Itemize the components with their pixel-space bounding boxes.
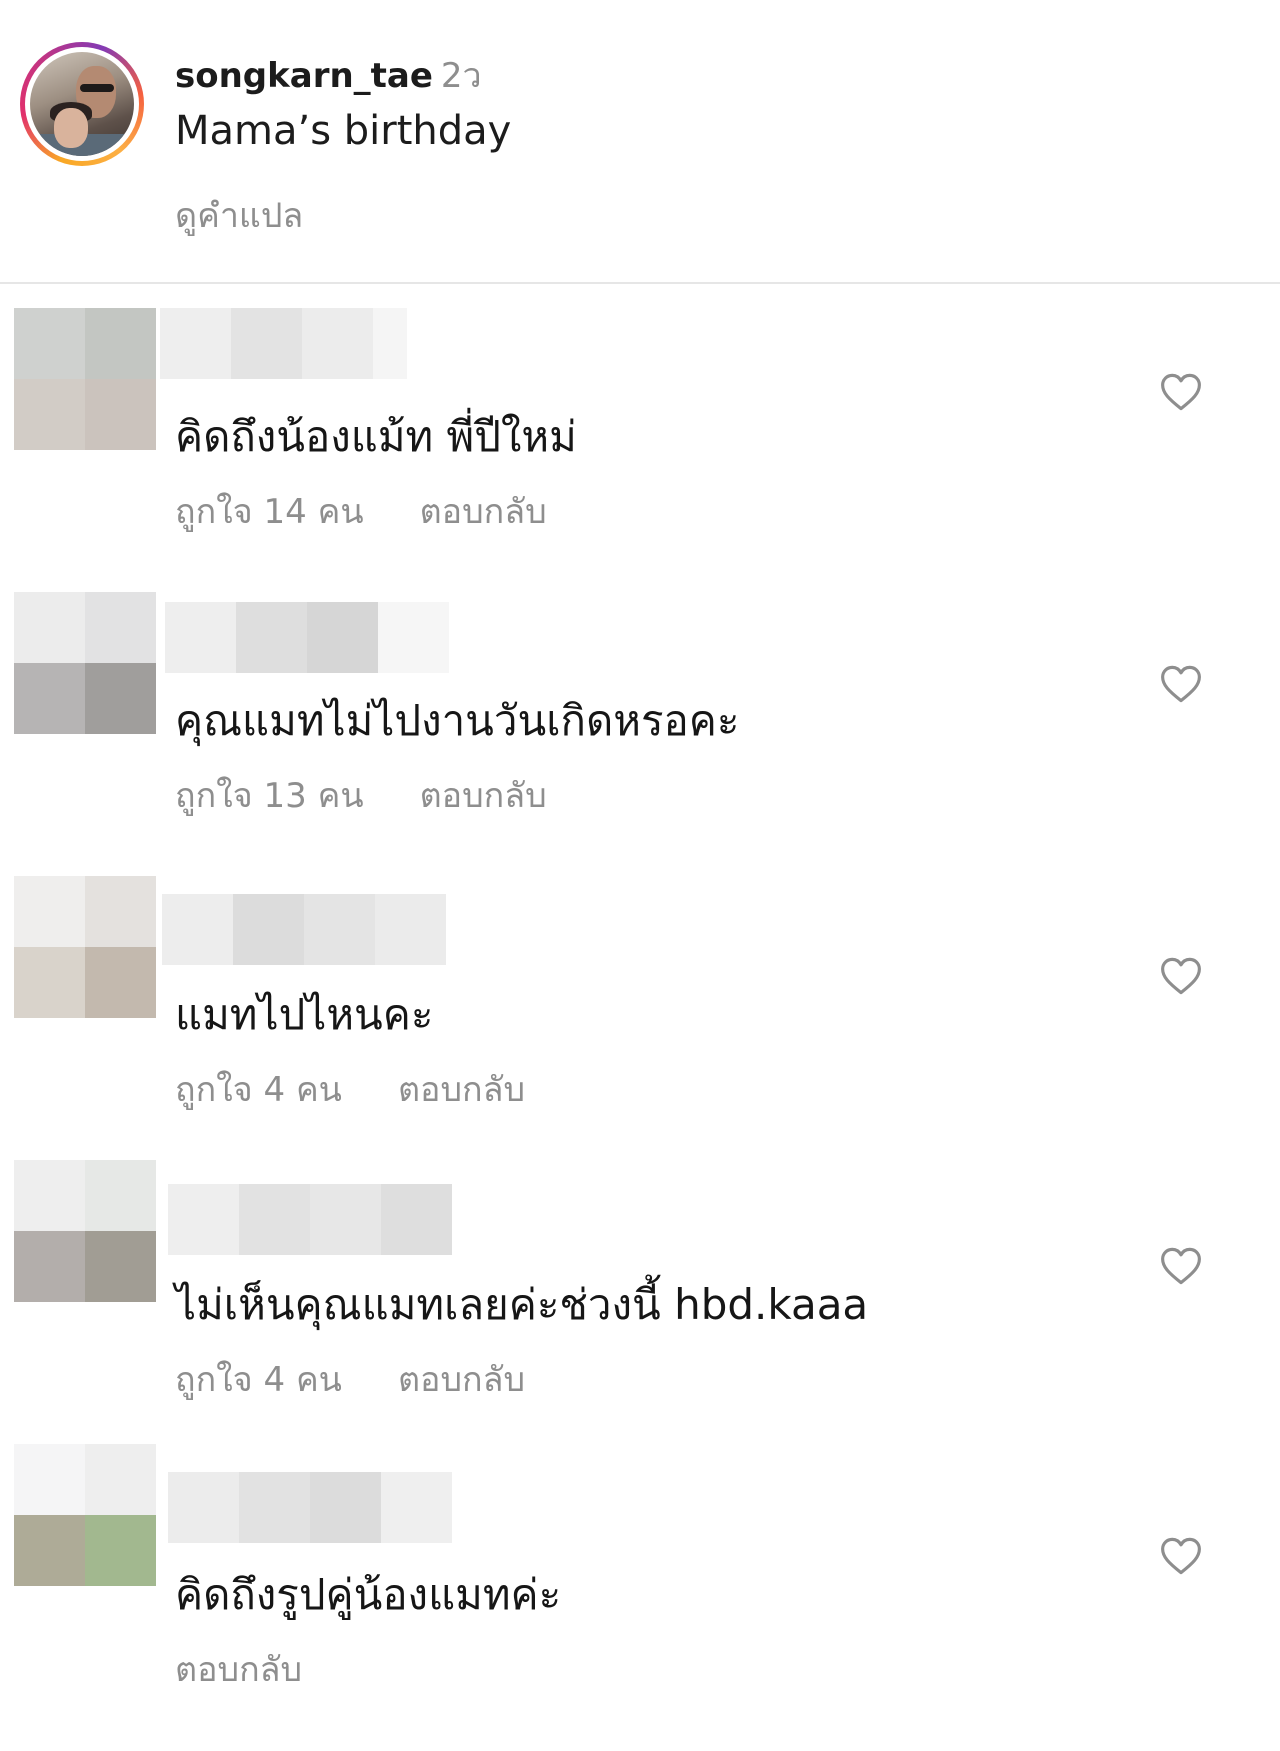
- avatar-pixel: [14, 1231, 85, 1302]
- blurred-username[interactable]: [168, 1472, 452, 1543]
- blurred-username[interactable]: [168, 1184, 452, 1255]
- avatar-pixel: [85, 379, 156, 450]
- comment-text: คิดถึงรูปคู่น้องแมทค่ะ: [175, 1570, 562, 1619]
- comment-item: คิดถึงน้องแม้ท พี่ปีใหม่ ถูกใจ 14 คน ตอบ…: [0, 308, 1280, 598]
- username-pixel: [165, 602, 236, 673]
- username-pixel: [307, 602, 378, 673]
- avatar-photo: [30, 52, 134, 156]
- blurred-avatar[interactable]: [14, 1160, 156, 1302]
- blurred-username[interactable]: [162, 894, 446, 965]
- avatar-pixel: [14, 1160, 85, 1231]
- username-pixel: [239, 1184, 310, 1255]
- comment-text: ไม่เห็นคุณแมทเลยค่ะช่วงนี้ hbd.kaaa: [175, 1280, 869, 1329]
- blurred-username[interactable]: [165, 602, 449, 673]
- reply-button[interactable]: ตอบกลับ: [420, 484, 547, 538]
- comment-item: แมทไปไหนคะ ถูกใจ 4 คน ตอบกลับ: [0, 876, 1280, 1166]
- username-pixel: [381, 1472, 452, 1543]
- comment-meta: ถูกใจ 4 คน ตอบกลับ: [175, 1352, 525, 1406]
- avatar-pixel: [14, 947, 85, 1018]
- comment-meta: ถูกใจ 13 คน ตอบกลับ: [175, 768, 547, 822]
- avatar-pixel: [14, 379, 85, 450]
- avatar-pixel: [14, 1515, 85, 1586]
- comment-item: คิดถึงรูปคู่น้องแมทค่ะ ตอบกลับ: [0, 1444, 1280, 1734]
- avatar-border: [25, 47, 139, 161]
- blurred-avatar[interactable]: [14, 592, 156, 734]
- comment-meta: ตอบกลับ: [175, 1642, 302, 1696]
- avatar-pixel: [85, 308, 156, 379]
- heart-icon[interactable]: [1160, 664, 1202, 704]
- avatar-pixel: [14, 663, 85, 734]
- username-pixel: [231, 308, 302, 379]
- heart-icon[interactable]: [1160, 1536, 1202, 1576]
- username-pixel: [160, 308, 231, 379]
- blurred-avatar[interactable]: [14, 308, 156, 450]
- comment-text: แมทไปไหนคะ: [175, 990, 434, 1039]
- reply-button[interactable]: ตอบกลับ: [420, 768, 547, 822]
- comment-meta: ถูกใจ 14 คน ตอบกลับ: [175, 484, 547, 538]
- heart-icon[interactable]: [1160, 956, 1202, 996]
- post-header: songkarn_tae 2ว Mama’s birthday ดูคำแปล: [0, 0, 1280, 282]
- username-pixel: [168, 1184, 239, 1255]
- username-pixel: [162, 894, 233, 965]
- username-pixel: [378, 602, 449, 673]
- avatar-photo-child-face: [54, 108, 88, 148]
- comment-item: คุณแมทไม่ไปงานวันเกิดหรอคะ ถูกใจ 13 คน ต…: [0, 592, 1280, 882]
- blurred-username[interactable]: [160, 308, 407, 379]
- username-pixel: [310, 1184, 381, 1255]
- reply-button[interactable]: ตอบกลับ: [175, 1642, 302, 1696]
- reply-button[interactable]: ตอบกลับ: [398, 1062, 525, 1116]
- likes-count[interactable]: ถูกใจ 13 คน: [175, 768, 364, 822]
- comment-item: ไม่เห็นคุณแมทเลยค่ะช่วงนี้ hbd.kaaa ถูกใ…: [0, 1160, 1280, 1450]
- likes-count[interactable]: ถูกใจ 4 คน: [175, 1352, 342, 1406]
- avatar-pixel: [85, 1231, 156, 1302]
- blurred-avatar[interactable]: [14, 876, 156, 1018]
- reply-button[interactable]: ตอบกลับ: [398, 1352, 525, 1406]
- heart-icon[interactable]: [1160, 372, 1202, 412]
- username-pixel: [373, 308, 407, 379]
- comment-text: คิดถึงน้องแม้ท พี่ปีใหม่: [175, 412, 577, 461]
- avatar-pixel: [85, 1515, 156, 1586]
- avatar-pixel: [14, 1444, 85, 1515]
- post-author[interactable]: songkarn_tae 2ว: [175, 48, 482, 102]
- username-pixel: [381, 1184, 452, 1255]
- username-link[interactable]: songkarn_tae: [175, 56, 433, 96]
- header-divider: [0, 282, 1280, 284]
- username-pixel: [310, 1472, 381, 1543]
- username-pixel: [168, 1472, 239, 1543]
- comment-text: คุณแมทไม่ไปงานวันเกิดหรอคะ: [175, 696, 740, 745]
- blurred-avatar[interactable]: [14, 1444, 156, 1586]
- username-pixel: [304, 894, 375, 965]
- avatar-pixel: [85, 592, 156, 663]
- comment-meta: ถูกใจ 4 คน ตอบกลับ: [175, 1062, 525, 1116]
- avatar-pixel: [85, 876, 156, 947]
- heart-icon[interactable]: [1160, 1246, 1202, 1286]
- story-avatar[interactable]: [20, 42, 144, 166]
- username-pixel: [375, 894, 446, 965]
- username-pixel: [236, 602, 307, 673]
- avatar-photo-glasses: [80, 84, 114, 92]
- post-caption: Mama’s birthday: [175, 108, 512, 154]
- avatar-pixel: [85, 663, 156, 734]
- likes-count[interactable]: ถูกใจ 14 คน: [175, 484, 364, 538]
- avatar-pixel: [85, 1444, 156, 1515]
- avatar-pixel: [14, 592, 85, 663]
- avatar-pixel: [14, 308, 85, 379]
- avatar-pixel: [85, 947, 156, 1018]
- avatar-pixel: [85, 1160, 156, 1231]
- avatar-pixel: [14, 876, 85, 947]
- username-pixel: [239, 1472, 310, 1543]
- post-time-ago: 2ว: [440, 56, 482, 96]
- see-translation-link[interactable]: ดูคำแปล: [175, 188, 303, 242]
- likes-count[interactable]: ถูกใจ 4 คน: [175, 1062, 342, 1116]
- username-pixel: [302, 308, 373, 379]
- username-pixel: [233, 894, 304, 965]
